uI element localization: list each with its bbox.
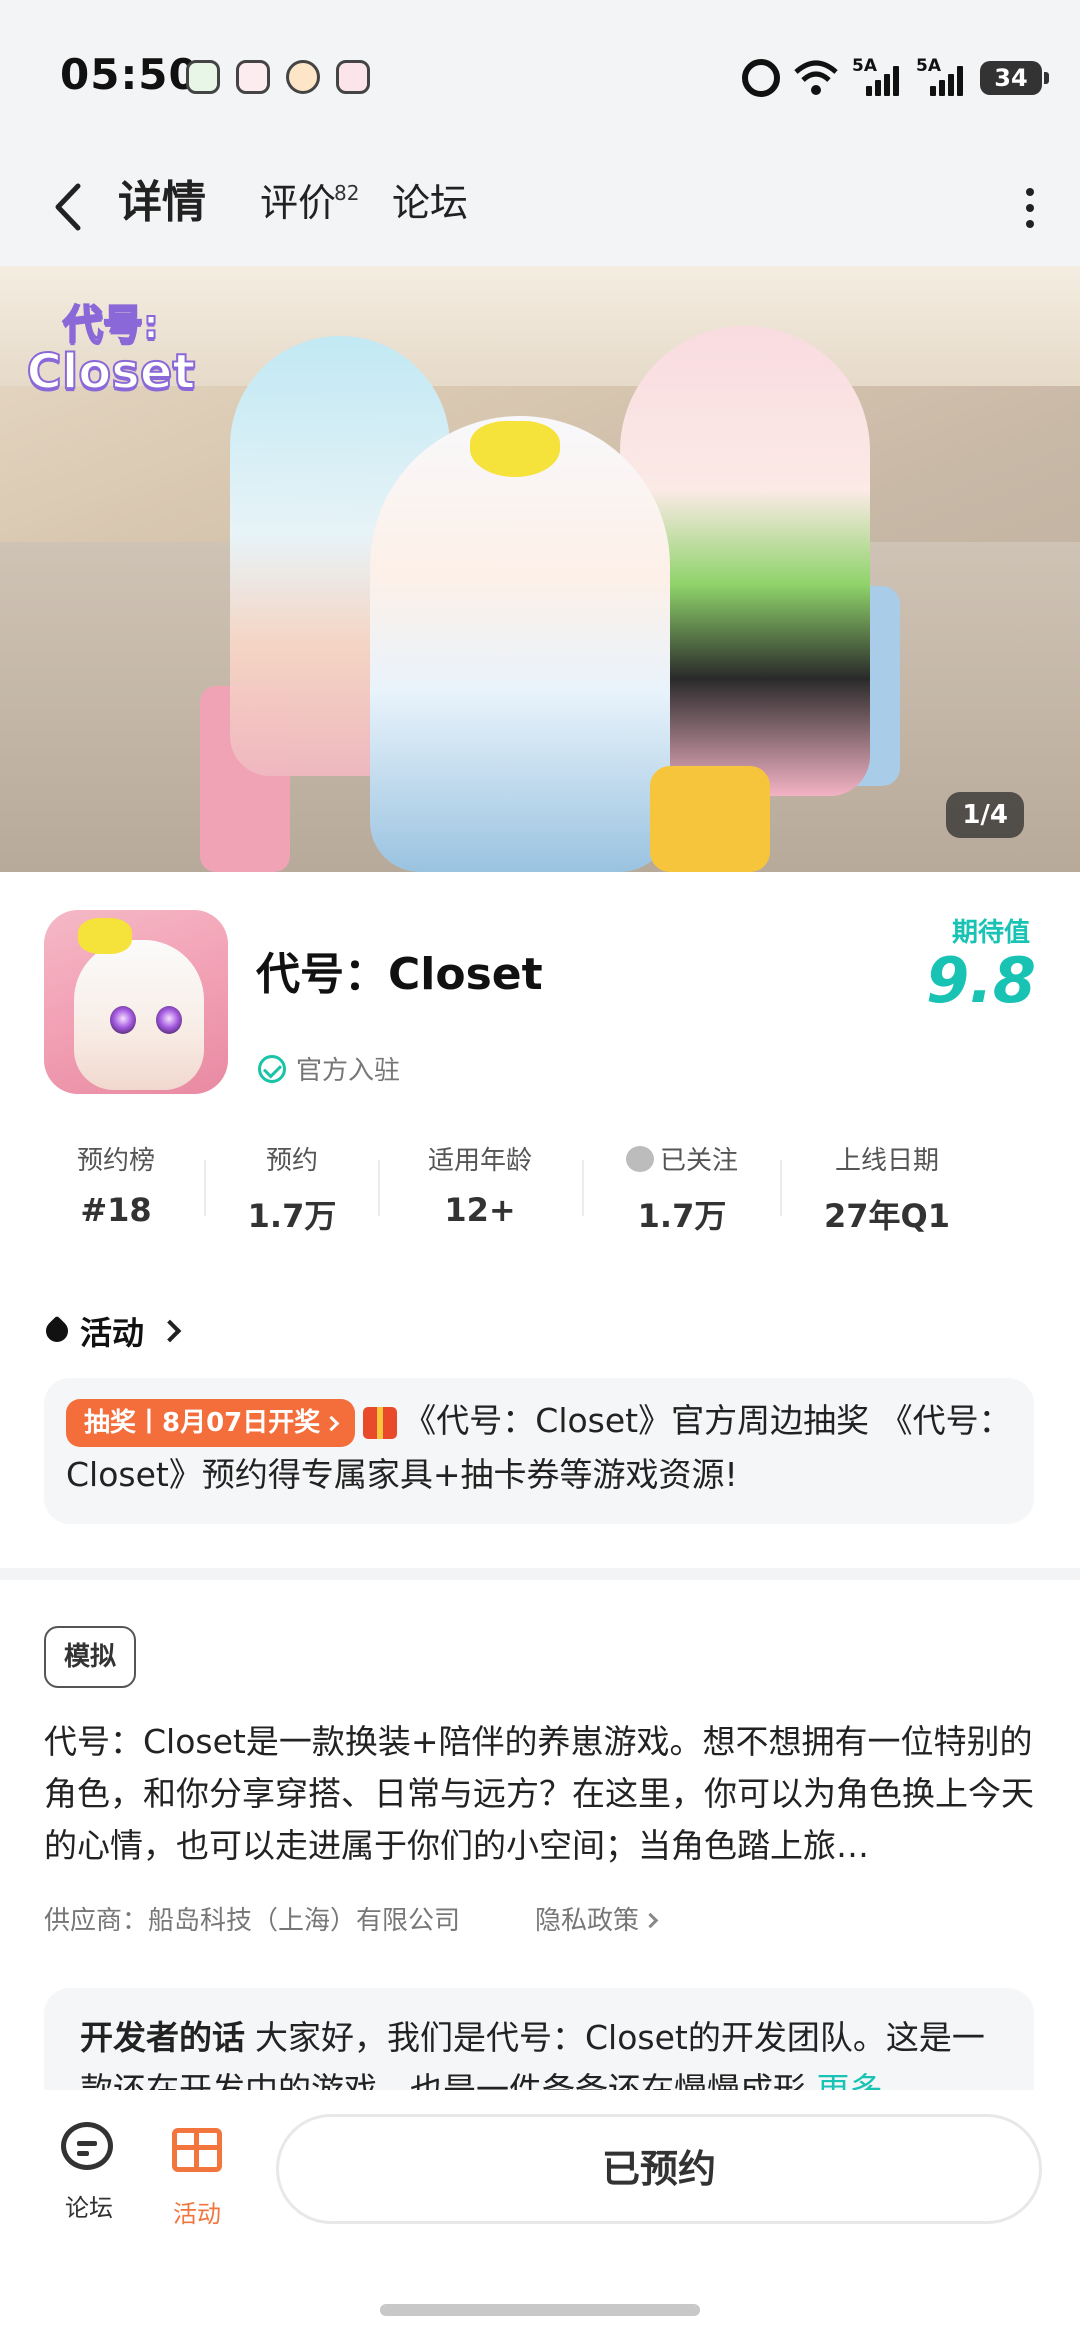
section-divider	[0, 1568, 1080, 1580]
gallery-counter: 1/4	[946, 792, 1024, 838]
stat-launch-date: 上线日期 27年Q1	[823, 1146, 950, 1235]
official-label: 官方入驻	[296, 1056, 401, 1086]
developer-note-heading: 开发者的话	[80, 2018, 245, 2057]
gift-icon	[172, 2128, 222, 2172]
app-title: 代号：Closet	[256, 949, 543, 1000]
system-icons: 5A 5A 34	[742, 56, 1049, 100]
expectation-score: 9.8	[926, 944, 1036, 1017]
genre-tag[interactable]: 模拟	[44, 1626, 137, 1688]
tab-label: 详情	[118, 177, 206, 228]
stat-followed[interactable]: 已关注 1.7万	[612, 1140, 752, 1237]
section-title: 活动	[80, 1314, 145, 1352]
hero-gallery[interactable]: 代号: Closet 1/4	[0, 266, 1080, 872]
back-button[interactable]	[46, 172, 90, 242]
description-section: 模拟 代号：Closet是一款换装+陪伴的养崽游戏。想不想拥有一位特别的角色，和…	[0, 1580, 1080, 2148]
chevron-right-icon	[158, 1319, 182, 1343]
status-time: 05:50	[60, 50, 199, 99]
stats-row: 预约榜 #18 预约 1.7万 适用年龄 12+ 已关注 1.7万 上线日期 2…	[0, 1140, 1080, 1250]
network-type-label: 5A	[852, 56, 877, 76]
divider	[378, 1160, 380, 1216]
back-arrow-icon	[55, 183, 81, 231]
activity-card[interactable]: 抽奖丨8月07日开奖 《代号：Closet》官方周边抽奖 《代号：Closet》预…	[44, 1378, 1034, 1524]
reserved-button[interactable]: 已预约	[276, 2114, 1042, 2224]
stat-age-rating[interactable]: 适用年龄 12+	[410, 1140, 550, 1229]
home-indicator[interactable]	[380, 2304, 700, 2316]
stat-reserve-rank[interactable]: 预约榜 #18	[54, 1140, 178, 1229]
tab-label: 论坛	[392, 181, 469, 225]
stat-reservations: 预约 1.7万	[247, 1146, 337, 1235]
app-info-section: 代号：Closet 官方入驻 期待值 9.8 预约榜 #18 预约 1.7万 适…	[0, 872, 1080, 1572]
heart-icon	[625, 1145, 654, 1172]
more-options-button[interactable]	[1020, 178, 1040, 238]
top-nav: 详情 评价 82 论坛	[0, 150, 1080, 266]
chevron-right-icon	[642, 1912, 659, 1929]
divider	[582, 1160, 584, 1216]
game-description[interactable]: 代号：Closet是一款换装+陪伴的养崽游戏。想不想拥有一位特别的角色，和你分享…	[44, 1716, 1034, 1872]
activity-section-header[interactable]: 活动	[41, 1308, 182, 1354]
character-illustration	[370, 416, 670, 872]
privacy-policy-link[interactable]: 隐私政策	[535, 1900, 659, 1937]
verified-check-icon	[258, 1054, 286, 1083]
app-icon	[44, 910, 228, 1094]
signal-icon: 5A	[916, 56, 966, 96]
activity-button[interactable]: 活动	[152, 2122, 242, 2229]
tab-label: 评价	[260, 181, 337, 225]
chevron-right-icon	[324, 1415, 340, 1431]
notification-app-icon	[186, 60, 220, 94]
alarm-icon	[742, 59, 780, 97]
notification-app-icon	[236, 60, 270, 94]
divider	[204, 1160, 206, 1216]
tab-forum[interactable]: 论坛	[392, 168, 468, 238]
tab-reviews[interactable]: 评价 82	[260, 168, 359, 238]
bow-illustration	[470, 421, 560, 477]
status-bar: 05:50 5A 5A 34	[0, 0, 1080, 150]
lottery-tag[interactable]: 抽奖丨8月07日开奖	[66, 1398, 356, 1447]
notification-app-icon	[286, 60, 320, 94]
notification-app-icon	[336, 60, 370, 94]
review-count-badge: 82	[334, 181, 360, 205]
chat-bubble-icon	[61, 2122, 113, 2170]
battery-icon: 34	[980, 61, 1049, 95]
official-badge: 官方入驻	[258, 1050, 400, 1087]
network-type-label: 5A	[916, 56, 941, 76]
forum-button[interactable]: 论坛	[44, 2122, 134, 2223]
wifi-icon	[794, 60, 838, 96]
suitcase-illustration	[650, 766, 770, 872]
divider	[780, 1160, 782, 1216]
signal-icon: 5A	[852, 56, 902, 96]
bottom-action-bar: 论坛 活动 已预约	[0, 2090, 1080, 2337]
supplier-label: 供应商：船岛科技（上海）有限公司	[44, 1906, 461, 1936]
gift-icon	[363, 1406, 398, 1439]
pin-icon	[41, 1315, 73, 1347]
tab-details[interactable]: 详情	[118, 168, 206, 238]
game-logo: 代号: Closet	[26, 301, 197, 401]
